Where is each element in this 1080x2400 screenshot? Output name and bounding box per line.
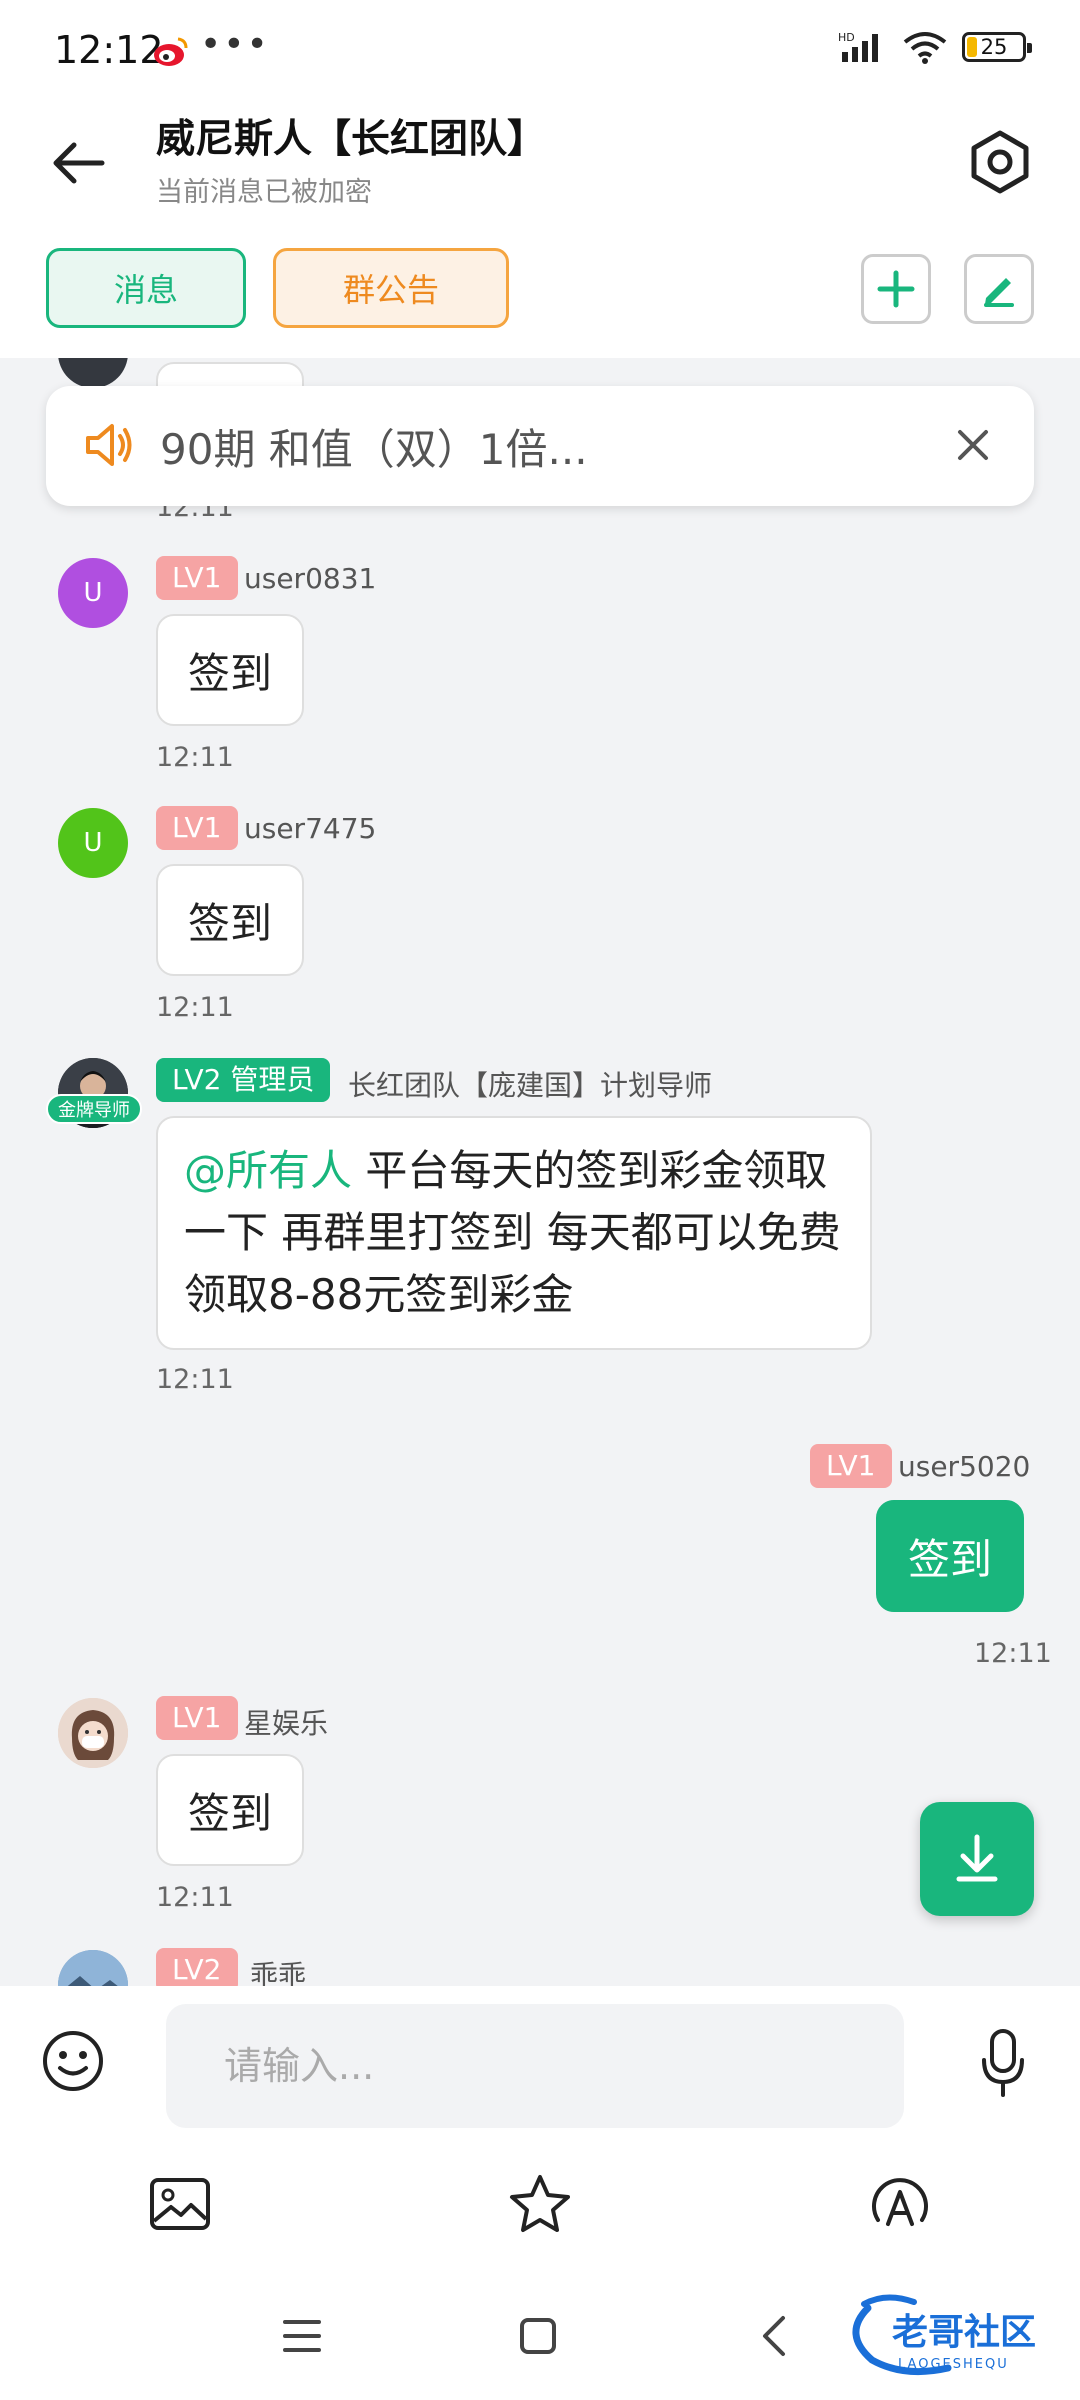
weibo-icon [154,37,188,66]
settings-hexagon-icon [971,130,1029,194]
emoji-button[interactable] [38,2026,108,2096]
sender-name[interactable]: user0831 [244,562,376,595]
message-bubble[interactable]: 签到 [156,614,304,726]
voice-button[interactable] [968,2018,1038,2108]
admin-level-badge: LV2 管理员 [156,1058,331,1102]
announcement-text: 90期 和值（双）1倍... [160,425,588,474]
level-badge: LV1 [156,1696,238,1740]
favorite-button[interactable] [504,2168,576,2240]
my-message-bubble[interactable]: 签到 [876,1500,1024,1612]
level-badge: LV1 [156,556,238,600]
message-bubble[interactable]: @所有人 平台每天的签到彩金领取一下 再群里打签到 每天都可以免费领取8-88元… [156,1116,872,1350]
close-announcement-button[interactable] [948,420,998,470]
scroll-to-bottom-button[interactable] [920,1802,1034,1916]
notification-dots: ••• [200,24,270,65]
svg-text:HD: HD [838,31,855,44]
home-nav-button[interactable] [510,2308,566,2364]
level-badge: LV1 [156,806,238,850]
avatar-initial: U [83,578,103,608]
square-home-icon [520,2318,556,2354]
back-nav-button[interactable] [746,2308,802,2364]
girl-photo-icon [58,1698,128,1768]
sender-name[interactable]: 星娱乐 [244,1702,328,1742]
status-bar: 12:12 ••• HD 25 [0,0,1080,100]
attachment-toolbar [0,2138,1080,2268]
tab-messages[interactable]: 消息 [46,248,246,328]
mention-all[interactable]: @所有人 [184,1146,352,1195]
page-title: 威尼斯人【长红团队】 [156,117,547,162]
chat-header: 威尼斯人【长红团队】 当前消息已被加密 [0,100,1080,240]
avatar[interactable]: U [58,558,128,628]
message-bubble[interactable]: 签到 [156,1754,304,1866]
arrow-left-icon [53,142,105,184]
wifi-icon [903,32,947,64]
message-time: 12:11 [156,742,234,773]
star-icon [510,2175,570,2232]
plus-icon [877,270,915,308]
menu-icon [283,2320,321,2352]
avatar[interactable] [58,358,128,388]
message-time: 12:11 [156,1882,234,1913]
back-button[interactable] [40,125,116,201]
sender-name[interactable]: user7475 [244,812,376,845]
avatar[interactable]: U [58,808,128,878]
image-button[interactable] [144,2168,216,2240]
tab-announcements[interactable]: 群公告 [273,248,509,328]
message-time: 12:11 [156,992,234,1023]
message-bubble[interactable]: 签到 [156,864,304,976]
landscape-photo-icon [58,1950,128,1986]
battery-icon: 25 [962,32,1032,62]
level-badge: LV2 [156,1948,238,1986]
close-icon [958,430,988,460]
smiley-icon [43,2031,103,2091]
menu-nav-button[interactable] [274,2308,330,2364]
tab-bar: 消息 群公告 [0,240,1080,358]
sender-name[interactable]: user5020 [898,1450,1030,1483]
microphone-icon [982,2029,1024,2097]
settings-button[interactable] [960,122,1040,202]
image-icon [150,2178,210,2230]
level-badge: LV1 [810,1444,892,1488]
message-time: 12:11 [156,1364,234,1395]
text-style-button[interactable] [864,2168,936,2240]
status-icons: HD 25 [838,30,1032,64]
system-nav-bar: 老哥社区 LAOGESHEQU [0,2268,1080,2400]
svg-text:LAOGESHEQU: LAOGESHEQU [898,2357,1009,2372]
edit-button[interactable] [964,254,1034,324]
message-input[interactable] [166,2004,904,2128]
avatar[interactable] [58,1950,128,1986]
speaker-icon [86,424,132,466]
signal-icon: HD [838,31,878,62]
announcement-banner[interactable]: 90期 和值（双）1倍... [46,386,1034,506]
download-arrow-icon [956,1834,998,1882]
avatar[interactable] [58,1698,128,1768]
font-circle-icon [872,2178,928,2226]
gold-mentor-badge: 金牌导师 [46,1094,142,1124]
status-time: 12:12 [54,28,164,72]
svg-text:老哥社区: 老哥社区 [892,2312,1036,2353]
avatar-initial: U [83,828,103,858]
chevron-left-icon [763,2316,785,2356]
message-list[interactable]: 12:11 90期 和值（双）1倍... U LV1 user0831 签到 1… [0,358,1080,1986]
laoge-community-watermark: 老哥社区 LAOGESHEQU [852,2294,1036,2376]
input-bar [0,1986,1080,2138]
sender-name[interactable]: 乖乖 [250,1954,306,1986]
sender-name[interactable]: 长红团队【庞建国】计划导师 [348,1064,712,1104]
message-time: 12:11 [974,1638,1052,1669]
add-button[interactable] [861,254,931,324]
encryption-status: 当前消息已被加密 [156,177,372,208]
pencil-icon [984,278,1014,307]
